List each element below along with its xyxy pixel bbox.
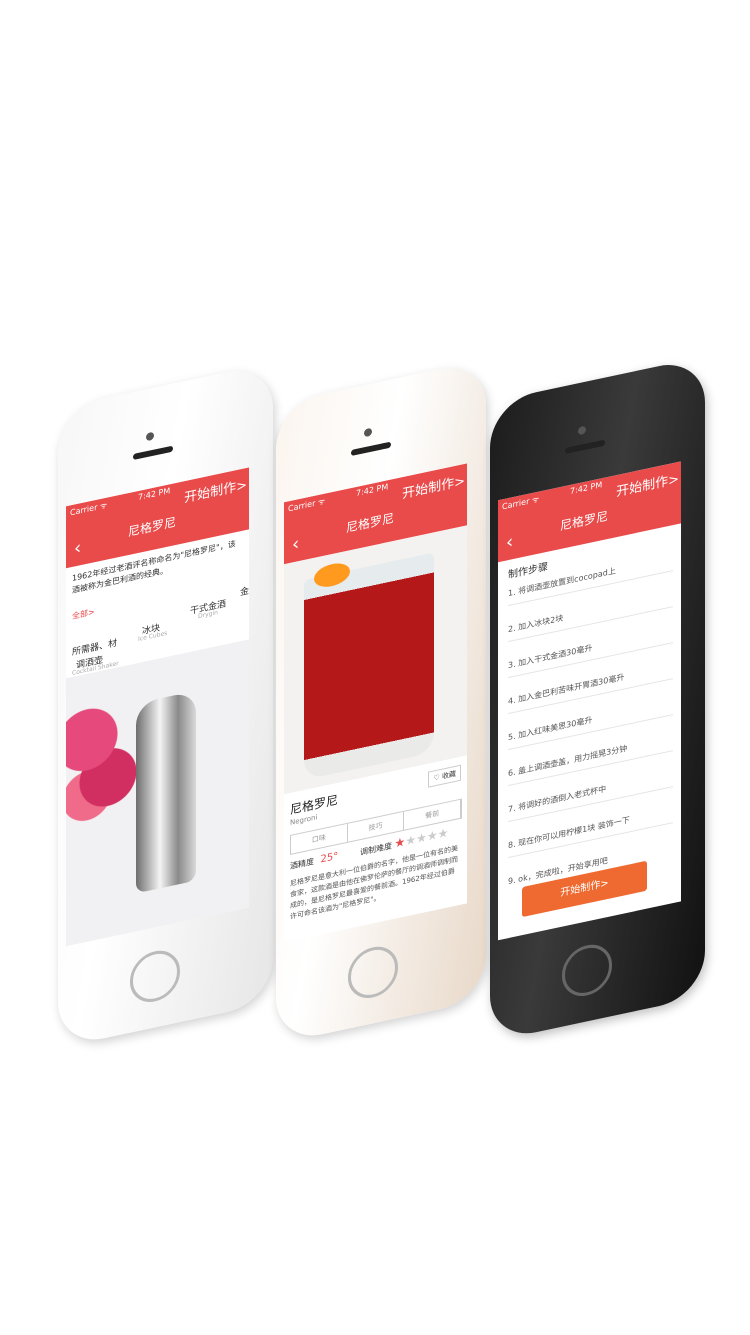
page-title: 尼格罗尼 xyxy=(128,514,177,540)
difficulty-label: 调制难度 xyxy=(360,841,392,858)
phone-silver: Carrier ᯤ 7:42 PM ‹ 尼格罗尼 开始制作> 1962年经过老酒… xyxy=(58,362,273,1048)
alcohol-row: 酒精度 25° xyxy=(290,851,338,872)
star-icon: ★ xyxy=(437,825,449,842)
tool-more[interactable]: 金 xyxy=(240,583,249,598)
star-icon: ★ xyxy=(394,834,406,851)
star-icon: ★ xyxy=(405,832,417,849)
back-icon[interactable]: ‹ xyxy=(74,537,81,560)
earpiece-speaker xyxy=(565,439,605,455)
screen-detail: Carrier ᯤ 7:42 PM ‹ 尼格罗尼 开始制作> 尼格罗尼 Negr… xyxy=(284,463,467,943)
steps-title: 制作步骤 xyxy=(508,561,548,582)
carrier-status: Carrier ᯤ xyxy=(288,496,326,514)
home-button[interactable] xyxy=(348,942,398,1003)
phone-space-gray: Carrier ᯤ 7:42 PM ‹ 尼格罗尼 开始制作> 制作步骤 1. 将… xyxy=(490,356,705,1042)
tab-occasion[interactable]: 餐前 xyxy=(404,799,462,830)
home-button[interactable] xyxy=(562,940,612,1001)
start-making-link[interactable]: 开始制作> xyxy=(402,470,465,502)
front-camera xyxy=(364,427,372,438)
back-icon[interactable]: ‹ xyxy=(506,531,513,554)
heart-icon: ♡ xyxy=(433,773,440,783)
content: 尼格罗尼 Negroni ♡ 收藏 口味 技巧 餐前 酒精度 25° 调制难度 … xyxy=(284,525,467,942)
cocktail-shaker-image xyxy=(136,690,196,894)
home-button[interactable] xyxy=(130,946,180,1007)
favorite-label: 收藏 xyxy=(442,769,456,781)
page-title: 尼格罗尼 xyxy=(560,508,609,534)
star-icon: ★ xyxy=(426,827,438,844)
carrier-status: Carrier ᯤ xyxy=(502,494,540,512)
alcohol-label: 酒精度 xyxy=(290,856,314,872)
back-icon[interactable]: ‹ xyxy=(292,533,299,556)
page-title: 尼格罗尼 xyxy=(346,510,395,536)
earpiece-speaker xyxy=(351,441,391,457)
carrier-status: Carrier ᯤ xyxy=(70,500,108,518)
favorite-button[interactable]: ♡ 收藏 xyxy=(428,764,461,788)
screen-ingredients: Carrier ᯤ 7:42 PM ‹ 尼格罗尼 开始制作> 1962年经过老酒… xyxy=(66,467,249,947)
content: 1962年经过老酒评名称命名为"尼格罗尼"，该酒被称为金巴利酒的经典。 全部> … xyxy=(66,529,249,947)
phone-gold: Carrier ᯤ 7:42 PM ‹ 尼格罗尼 开始制作> 尼格罗尼 Negr… xyxy=(276,359,486,1044)
earpiece-speaker xyxy=(133,445,173,461)
front-camera xyxy=(146,431,154,442)
all-link[interactable]: 全部> xyxy=(72,606,95,622)
alcohol-value: 25° xyxy=(320,850,339,866)
tab-taste[interactable]: 口味 xyxy=(291,823,348,854)
start-making-link[interactable]: 开始制作> xyxy=(616,468,679,500)
status-time: 7:42 PM xyxy=(138,486,171,502)
content: 制作步骤 1. 将调酒壶放置到cocopad上 2. 加入冰块2块 3. 加入干… xyxy=(498,523,681,940)
start-making-link[interactable]: 开始制作> xyxy=(184,474,247,506)
front-camera xyxy=(578,425,586,436)
flowers-image xyxy=(66,673,136,829)
status-time: 7:42 PM xyxy=(356,482,389,498)
cocktail-photo xyxy=(284,525,467,795)
screen-steps: Carrier ᯤ 7:42 PM ‹ 尼格罗尼 开始制作> 制作步骤 1. 将… xyxy=(498,461,681,941)
star-icon: ★ xyxy=(416,829,427,847)
shaker-photo xyxy=(66,639,249,947)
status-time: 7:42 PM xyxy=(570,480,603,496)
